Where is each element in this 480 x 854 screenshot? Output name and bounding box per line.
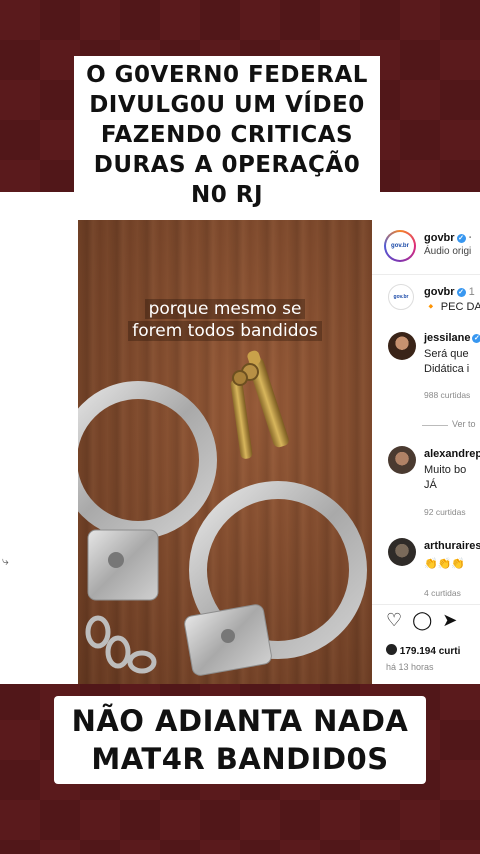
caption-text-value: PEC DA [440,301,480,313]
headline-line-2: DIVULG0U UM VÍDE0 [89,92,365,118]
header-divider [372,274,480,275]
caption-avatar[interactable]: gov.br [388,284,414,310]
comment-likes-3[interactable]: 4 curtidas [424,588,461,598]
actions-divider [372,604,480,605]
handcuffs-image [78,381,367,676]
caption-username[interactable]: govbr ✓ 1 [424,286,475,298]
comment-username-1-text: jessilane [424,332,471,344]
verified-icon: ✓ [456,288,466,297]
share-icon[interactable]: ➤ [442,610,457,631]
liker-avatar [386,644,397,655]
comment-username-3[interactable]: arthuraires [424,540,480,552]
bottom-line-1: NÃO ADIANTA NADA [71,704,409,738]
author-audio-label[interactable]: Áudio origi [424,246,471,257]
comment-text-1b: Didática i [424,363,470,375]
bottom-line-2: MAT4R BANDID0S [91,742,389,776]
headline-line-4: DURAS A 0PERAÇÃ0 [93,152,361,178]
left-margin: ⤷ [0,192,78,684]
comment-avatar-3[interactable] [388,538,416,566]
comment-likes-1[interactable]: 988 curtidas [424,390,470,400]
comment-likes-2[interactable]: 92 curtidas [424,507,466,517]
video-caption-line-1: porque mesmo se [144,299,306,319]
comment-text-1a: Será que [424,348,469,360]
likes-count[interactable]: 179.194 curti [386,644,460,657]
headline-line-5: N0 RJ [190,182,264,208]
bottom-banner: NÃO ADIANTA NADA MAT4R BANDID0S [54,696,426,784]
headline-banner: O G0VERN0 FEDERAL DIVULG0U UM VÍDE0 FAZE… [74,56,380,214]
author-username[interactable]: govbr ✓ · [424,232,472,244]
comment-avatar-2[interactable] [388,446,416,474]
video-player[interactable]: porque mesmo se forem todos bandidos [78,220,372,684]
verified-icon: ✓ [472,334,480,343]
comment-avatar-1[interactable] [388,332,416,360]
verified-icon: ✓ [456,234,466,243]
comment-username-1[interactable]: jessilane ✓ [424,332,480,344]
post-frame: ⤷ porque mesmo se forem todos bandidos g… [0,192,480,684]
caption-username-text: govbr [424,286,455,298]
pointer-icon: ⤷ [2,554,9,568]
see-replies-link[interactable]: Ver to [452,419,476,429]
headline-line-1: O G0VERN0 FEDERAL [86,62,368,88]
author-username-text: govbr [424,232,455,244]
caption-text: 🔸 PEC DA [424,301,480,313]
comment-text-2b: JÁ [424,479,437,491]
headline-line-3: FAZEND0 CRITICAS [100,122,354,148]
comment-icon[interactable]: ◯ [412,610,432,631]
instagram-panel: gov.br govbr ✓ · Áudio origi gov.br govbr… [372,220,480,684]
video-caption: porque mesmo se forem todos bandidos [78,298,372,342]
post-time: há 13 horas [386,662,434,672]
comment-username-2[interactable]: alexandrep [424,448,480,460]
heart-icon[interactable]: ♡ [386,610,402,631]
comment-text-3: 👏👏👏 [424,558,466,570]
author-avatar-logo: gov.br [386,232,414,260]
video-caption-line-2: forem todos bandidos [128,321,322,341]
likes-count-text: 179.194 curti [399,646,461,657]
author-avatar[interactable]: gov.br [384,230,416,262]
comment-text-2a: Muito bo [424,464,467,476]
replies-line [422,425,448,426]
action-bar: ♡ ◯ ➤ [386,610,457,631]
